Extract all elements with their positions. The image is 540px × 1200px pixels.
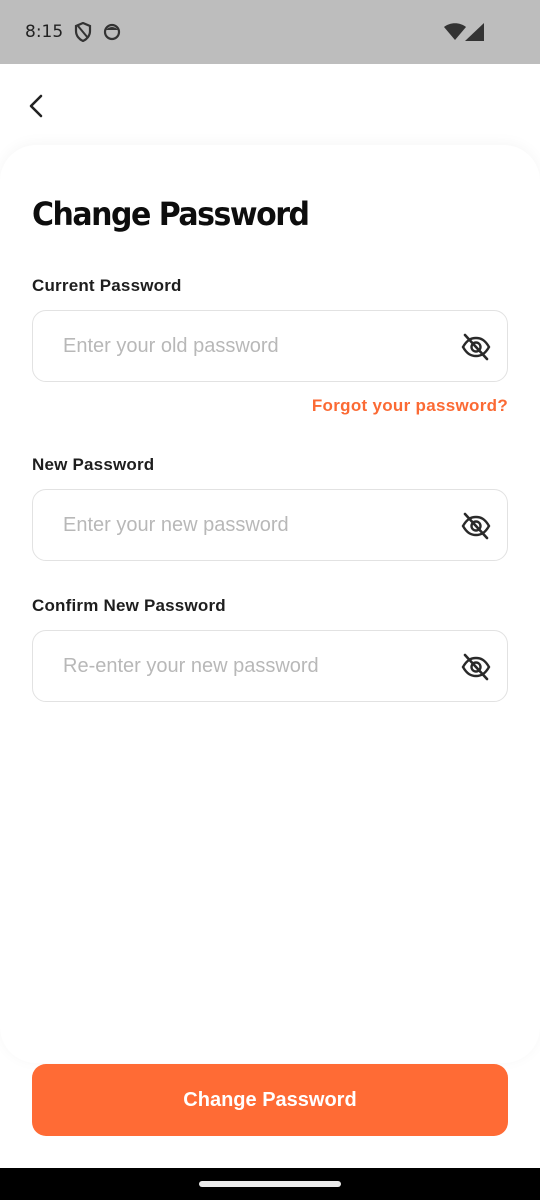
wifi-icon (444, 23, 466, 46)
face-icon (103, 22, 121, 47)
current-password-label: Current Password (32, 276, 182, 295)
new-password-field (32, 489, 508, 561)
new-password-input[interactable] (63, 490, 443, 560)
current-password-input[interactable] (63, 311, 443, 381)
confirm-password-label: Confirm New Password (32, 596, 226, 615)
current-password-field (32, 310, 508, 382)
new-password-label: New Password (32, 455, 155, 474)
confirm-password-input[interactable] (63, 631, 443, 701)
eye-off-icon[interactable] (461, 333, 491, 361)
status-time: 8:15 (25, 22, 64, 42)
chevron-left-icon (29, 94, 43, 118)
shield-icon (74, 21, 92, 47)
page-title: Change Password (32, 196, 310, 234)
back-button[interactable] (18, 86, 54, 126)
confirm-password-field (32, 630, 508, 702)
eye-off-icon[interactable] (461, 653, 491, 681)
change-password-button[interactable]: Change Password (32, 1064, 508, 1136)
forgot-password-link[interactable]: Forgot your password? (312, 396, 508, 416)
status-bar: 8:15 (0, 0, 540, 64)
signal-icon (465, 23, 485, 46)
eye-off-icon[interactable] (461, 512, 491, 540)
home-indicator[interactable] (199, 1181, 341, 1187)
